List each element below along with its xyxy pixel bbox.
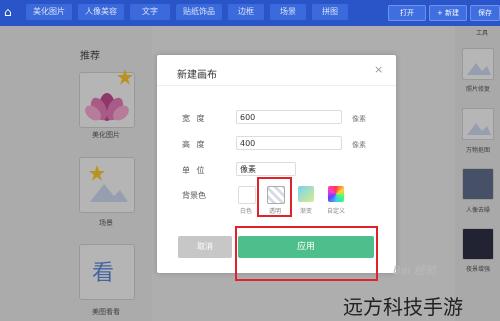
tab-collage[interactable]: 拼图 <box>312 4 348 20</box>
width-label: 宽 度 <box>182 114 207 123</box>
highlight-apply <box>235 226 378 281</box>
bg-label: 背景色 <box>182 191 206 200</box>
swatch-white[interactable] <box>238 186 256 204</box>
top-toolbar: ⌂ 美化图片 人像美容 文字 贴纸饰品 边框 场景 拼图 打开 + 新建 保存 <box>0 0 500 26</box>
height-input[interactable]: 400 <box>236 136 342 150</box>
open-button[interactable]: 打开 <box>388 5 426 21</box>
new-button[interactable]: + 新建 <box>429 5 467 21</box>
swatch-label-custom: 自定义 <box>326 208 345 215</box>
tab-stickers[interactable]: 贴纸饰品 <box>176 4 222 20</box>
tab-portrait[interactable]: 人像美容 <box>78 4 124 20</box>
close-icon[interactable]: × <box>374 63 383 76</box>
dialog-title: 新建画布 <box>177 70 217 81</box>
cancel-button[interactable]: 取消 <box>178 236 232 258</box>
home-icon[interactable]: ⌂ <box>4 5 18 19</box>
unit-select[interactable]: 像素 <box>236 162 296 176</box>
swatch-label-gradient: 渐变 <box>299 208 312 215</box>
width-input[interactable]: 600 <box>236 110 342 124</box>
highlight-transparent <box>257 177 292 217</box>
tab-frames[interactable]: 边框 <box>228 4 264 20</box>
save-button[interactable]: 保存 <box>470 5 500 21</box>
swatch-custom[interactable] <box>328 186 344 202</box>
width-unit: 像素 <box>352 115 366 123</box>
swatch-gradient[interactable] <box>298 186 314 202</box>
baidu-watermark: Bai 经验 <box>393 264 436 277</box>
tab-text[interactable]: 文字 <box>130 4 170 20</box>
divider <box>157 85 396 86</box>
tab-scene[interactable]: 场景 <box>270 4 306 20</box>
height-unit: 像素 <box>352 141 366 149</box>
height-label: 高 度 <box>182 140 207 149</box>
footer-watermark: 远方科技手游 <box>343 295 463 319</box>
tab-beautify[interactable]: 美化图片 <box>26 4 72 20</box>
unit-label: 单 位 <box>182 166 207 175</box>
